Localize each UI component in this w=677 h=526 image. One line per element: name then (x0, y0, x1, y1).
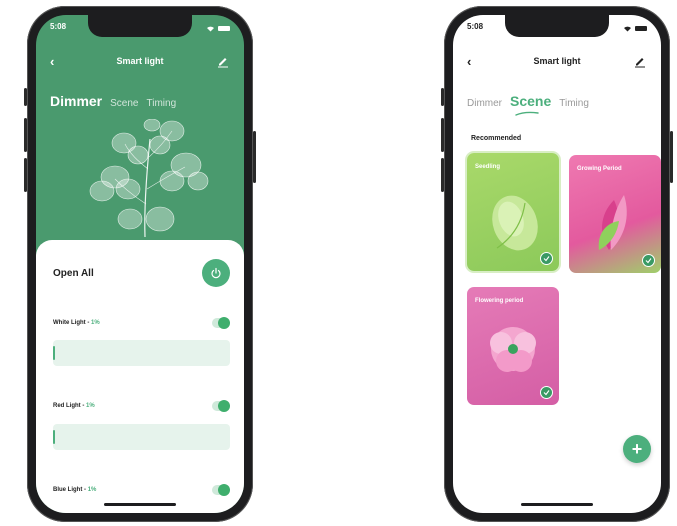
wifi-icon (624, 26, 631, 31)
add-scene-button[interactable]: + (623, 435, 651, 463)
scene-card-flowering-period[interactable]: Flowering period (467, 287, 559, 405)
scene-screen: 5:08 ‹ Smart light Dimmer Scene Timing R… (453, 15, 661, 513)
page-title: Smart light (533, 56, 581, 66)
volume-up-button (24, 118, 27, 152)
light-toggle-red[interactable] (212, 400, 230, 412)
light-row-white: White Light - 1% (53, 316, 230, 330)
back-chevron-icon[interactable]: ‹ (50, 54, 54, 69)
light-toggle-white[interactable] (212, 317, 230, 329)
mute-switch (441, 88, 444, 106)
check-icon (540, 386, 553, 399)
edit-pencil-icon[interactable] (633, 54, 647, 68)
power-icon (211, 267, 221, 279)
mode-tabs: Dimmer Scene Timing (467, 93, 589, 109)
dimmer-screen: 5:08 ‹ Smart light Dimmer Scene Timing O… (36, 15, 244, 513)
back-chevron-icon[interactable]: ‹ (467, 54, 471, 69)
scene-card-seedling[interactable]: Seedling (467, 153, 559, 271)
open-all-row: Open All (53, 258, 230, 288)
light-label: Blue Light - 1% (53, 487, 97, 493)
check-icon (540, 252, 553, 265)
light-label: Red Light - 1% (53, 403, 95, 409)
slider-fill (53, 346, 55, 360)
home-indicator[interactable] (104, 503, 176, 506)
brightness-slider-white[interactable] (53, 340, 230, 366)
active-tab-underline (515, 111, 539, 116)
nav-bar: ‹ Smart light (453, 51, 661, 71)
tab-dimmer[interactable]: Dimmer (50, 93, 102, 109)
nav-bar: ‹ Smart light (36, 51, 244, 71)
light-label: White Light - 1% (53, 320, 100, 326)
tab-scene[interactable]: Scene (110, 98, 138, 109)
volume-down-button (441, 158, 444, 192)
page-title: Smart light (116, 56, 164, 66)
mute-switch (24, 88, 27, 106)
side-button (253, 131, 256, 183)
battery-icon (218, 25, 230, 31)
status-time: 5:08 (467, 22, 484, 31)
wifi-icon (207, 26, 214, 31)
status-icons (206, 22, 230, 34)
card-title: Growing Period (577, 166, 622, 172)
power-button[interactable] (202, 259, 230, 287)
section-label: Recommended (471, 135, 522, 142)
tab-timing[interactable]: Timing (147, 98, 177, 109)
light-toggle-blue[interactable] (212, 484, 230, 496)
plant-illustration (89, 119, 209, 238)
slider-fill (53, 430, 55, 444)
status-time: 5:08 (50, 22, 67, 31)
brightness-slider-red[interactable] (53, 424, 230, 450)
tab-dimmer[interactable]: Dimmer (467, 98, 502, 109)
scene-card-growing-period[interactable]: Growing Period (569, 155, 661, 273)
battery-icon (635, 25, 647, 31)
status-icons (623, 22, 647, 34)
tab-scene[interactable]: Scene (510, 93, 551, 109)
side-button (670, 131, 673, 183)
volume-down-button (24, 158, 27, 192)
card-title: Flowering period (475, 298, 524, 304)
light-row-red: Red Light - 1% (53, 399, 230, 413)
edit-pencil-icon[interactable] (216, 54, 230, 68)
dimmer-panel: Open All White Light - 1% Red Light - 1%… (36, 240, 244, 513)
phone-scene: 5:08 ‹ Smart light Dimmer Scene Timing R… (441, 6, 673, 522)
phone-dimmer: 5:08 ‹ Smart light Dimmer Scene Timing O… (24, 6, 256, 522)
check-icon (642, 254, 655, 267)
card-title: Seedling (475, 164, 501, 170)
mode-tabs: Dimmer Scene Timing (50, 93, 176, 109)
notch (505, 15, 609, 37)
home-indicator[interactable] (521, 503, 593, 506)
open-all-label: Open All (53, 267, 94, 279)
light-row-blue: Blue Light - 1% (53, 483, 230, 497)
notch (88, 15, 192, 37)
tab-timing[interactable]: Timing (559, 98, 589, 109)
volume-up-button (441, 118, 444, 152)
